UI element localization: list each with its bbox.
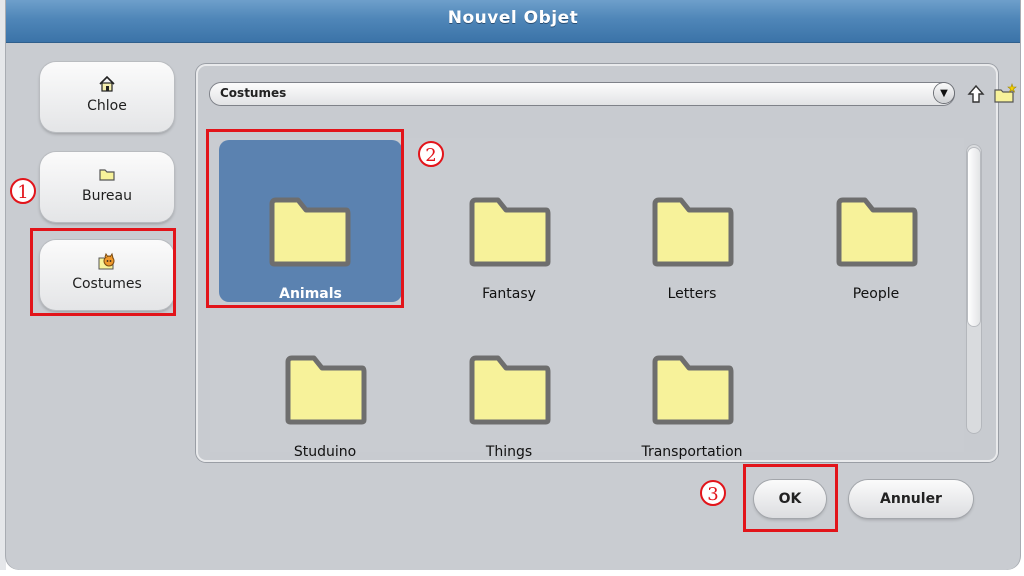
home-icon <box>99 75 115 92</box>
title-bar[interactable]: Nouvel Objet <box>6 0 1020 43</box>
folder-animals[interactable]: Animals <box>219 140 402 302</box>
step-marker-1: 1 <box>10 178 36 204</box>
sidebar-item-bureau[interactable]: Bureau <box>40 152 174 222</box>
sidebar-item-costumes[interactable]: Costumes <box>40 240 174 310</box>
ok-button[interactable]: OK <box>754 480 826 518</box>
folder-icon <box>652 197 734 267</box>
folder-icon <box>469 197 551 267</box>
file-browser-panel: Costumes ▼ Animals Fantasy Letters Peopl… <box>196 64 1017 462</box>
sidebar-item-label: Costumes <box>72 276 142 292</box>
folder-icon <box>469 355 551 425</box>
current-path: Costumes <box>220 86 287 100</box>
vertical-scrollbar[interactable] <box>966 144 982 434</box>
folder-icon <box>652 355 734 425</box>
step-marker-2: 2 <box>418 141 444 167</box>
new-object-dialog: Nouvel Objet Chloe Bureau Costumes Costu… <box>6 0 1020 570</box>
folder-label: Studuino <box>293 444 357 460</box>
folder-icon <box>836 197 918 267</box>
folder-label: Transportation <box>641 444 743 460</box>
folder-icon <box>285 355 367 425</box>
folder-people[interactable]: People <box>791 140 961 302</box>
dialog-title: Nouvel Objet <box>447 8 579 28</box>
folder-grid: Animals Fantasy Letters People Studuino … <box>210 138 964 460</box>
sidebar-item-label: Bureau <box>82 188 132 204</box>
cancel-button[interactable]: Annuler <box>849 480 973 518</box>
folder-things[interactable]: Things <box>424 298 594 460</box>
folder-letters[interactable]: Letters <box>607 140 777 302</box>
chevron-down-icon[interactable]: ▼ <box>934 83 954 103</box>
folder-studuino[interactable]: Studuino <box>240 298 410 460</box>
cat-costume-icon <box>98 252 115 270</box>
sidebar-item-chloe[interactable]: Chloe <box>40 62 174 132</box>
folder-icon <box>269 197 351 267</box>
path-dropdown[interactable]: Costumes <box>210 83 954 105</box>
folder-fantasy[interactable]: Fantasy <box>424 140 594 302</box>
folder-label: People <box>852 286 900 302</box>
new-folder-icon[interactable] <box>992 82 1018 106</box>
folder-icon <box>99 169 115 181</box>
step-marker-3: 3 <box>700 480 726 506</box>
sidebar-item-label: Chloe <box>87 98 127 114</box>
folder-transportation[interactable]: Transportation <box>607 298 777 460</box>
scrollbar-thumb[interactable] <box>968 148 980 326</box>
up-arrow-icon[interactable] <box>964 82 988 106</box>
folder-label: Things <box>485 444 533 460</box>
